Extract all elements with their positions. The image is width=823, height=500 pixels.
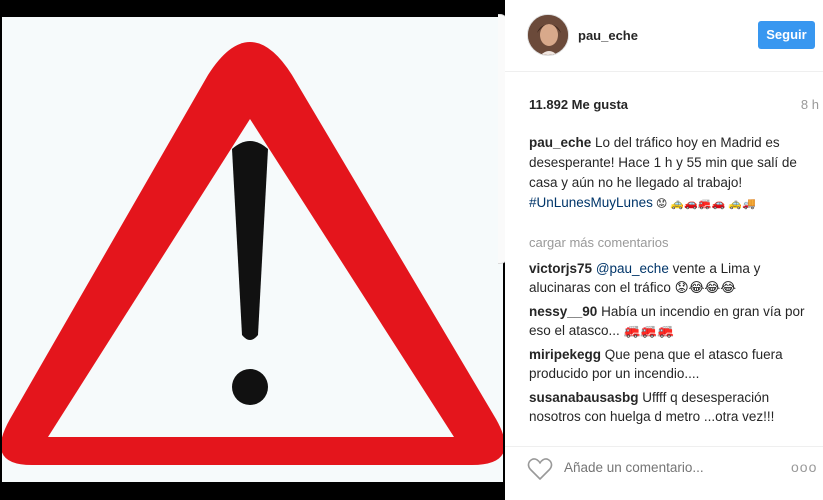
profile-photo-icon	[528, 15, 568, 55]
comment-username[interactable]: victorjs75	[529, 261, 592, 276]
warning-sign-image	[2, 42, 503, 465]
comment-footer: ooo	[505, 446, 823, 500]
caption-emoji: 😟 🚕🚗🚒🚗 🚕🚚	[652, 198, 756, 210]
comment-username[interactable]: nessy__90	[529, 304, 597, 319]
add-comment-input[interactable]	[564, 460, 764, 475]
caption-username[interactable]: pau_eche	[529, 135, 591, 150]
post-image[interactable]	[2, 17, 503, 482]
comment-item: victorjs75 @pau_eche vente a Lima y aluc…	[529, 259, 817, 297]
load-more-comments-link[interactable]: cargar más comentarios	[529, 235, 668, 250]
follow-button[interactable]: Seguir	[758, 21, 815, 49]
heart-icon[interactable]	[527, 457, 553, 481]
more-options-button[interactable]: ooo	[791, 459, 817, 475]
comment-username[interactable]: miripekegg	[529, 347, 601, 362]
comment-item: miripekegg Que pena que el atasco fuera …	[529, 345, 817, 383]
post-side-panel: pau_eche Seguir 11.892 Me gusta 8 h pau_…	[505, 0, 823, 500]
exclamation-dot	[232, 369, 268, 405]
comment-item: nessy__90 Había un incendio en gran vía …	[529, 302, 817, 340]
post-caption: pau_eche Lo del tráfico hoy en Madrid es…	[529, 133, 817, 214]
username-link[interactable]: pau_eche	[578, 28, 638, 43]
likes-count[interactable]: 11.892 Me gusta	[529, 97, 628, 112]
comment-username[interactable]: susanabausasbg	[529, 390, 639, 405]
avatar[interactable]	[527, 14, 569, 56]
post-time[interactable]: 8 h	[801, 97, 819, 112]
post-header: pau_eche Seguir	[505, 0, 823, 72]
comment-item: susanabausasbg Uffff q desesperación nos…	[529, 388, 817, 426]
comment-mention[interactable]: @pau_eche	[596, 261, 669, 276]
caption-hashtag[interactable]: #UnLunesMuyLunes	[529, 195, 653, 210]
post-image-panel	[0, 0, 505, 500]
